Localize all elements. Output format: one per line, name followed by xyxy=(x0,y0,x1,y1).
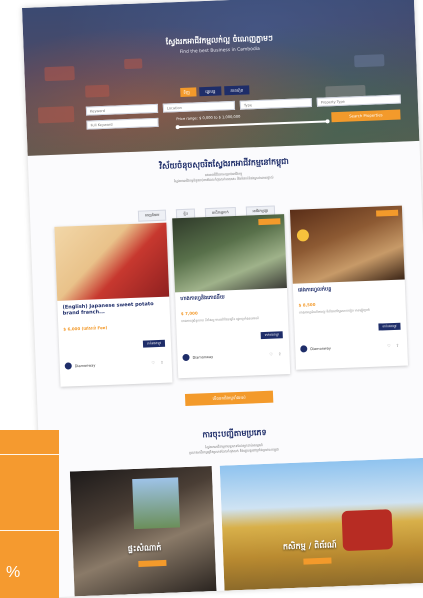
avatar xyxy=(300,345,308,353)
featured-badge xyxy=(258,218,281,226)
listing-card[interactable]: (English) Japanese sweet potato brand fr… xyxy=(54,222,173,387)
window-view xyxy=(132,477,181,530)
tab-shares[interactable]: ភាគហ៊ុន xyxy=(224,85,250,96)
listing-price: $ 7,000 xyxy=(180,310,198,317)
category-label: ផ្ទះសំណាក់ xyxy=(127,543,162,554)
share-heart-icons[interactable]: ♡ ⇪ xyxy=(387,343,401,349)
tab-buy[interactable]: ទិញ xyxy=(180,87,197,97)
category-button[interactable] xyxy=(303,557,332,565)
full-keyword-input[interactable]: Full Keyword xyxy=(86,117,159,130)
search-type-tabs: ទិញ ផ្ទេរបន្ត ភាគហ៊ុន xyxy=(180,85,250,97)
listing-card[interactable]: ហាងកាហ្វេនិងភោជនីយ $ 7,000 ហាងកាហ្វេធំទូ… xyxy=(172,214,291,379)
type-select[interactable]: Type xyxy=(239,97,313,110)
keyword-input[interactable]: Keyword xyxy=(85,103,159,116)
category-card-guesthouse[interactable]: ផ្ទះសំណាក់ xyxy=(69,466,217,597)
property-type-select[interactable]: Property Type xyxy=(316,94,401,107)
tab-transfer[interactable]: ផ្ទេរបន្ត xyxy=(199,86,222,97)
share-heart-icons[interactable]: ♡ ⇪ xyxy=(269,351,283,357)
category-image xyxy=(219,457,423,591)
hero-banner: ស្វែងរកអាជីវកម្មលក់ល្អ ចំណេញភ្លាមៗ Find … xyxy=(22,0,420,156)
listing-image xyxy=(289,205,405,284)
listing-title[interactable]: ផេងកាហ្វេលក់បន្ត xyxy=(298,284,398,293)
category-card-agriculture[interactable]: កសិកម្ម / ពិព័រណ៍ xyxy=(219,457,423,591)
percent-label: % xyxy=(6,564,21,581)
view-all-button[interactable]: មើលអាជីវកម្មទាំងអស់ xyxy=(184,390,274,407)
search-properties-button[interactable]: Search Properties xyxy=(331,109,401,123)
contact-button[interactable]: ទាក់ទងឥឡូវ xyxy=(260,331,283,340)
contact-button[interactable]: ទាក់ទងឥឡូវ xyxy=(142,339,166,348)
listing-image xyxy=(172,214,287,293)
side-panel: % xyxy=(0,430,59,598)
share-heart-icons[interactable]: ♡ ⇪ xyxy=(151,360,165,366)
divider xyxy=(0,454,59,455)
listing-title[interactable]: (English) Japanese sweet potato brand fr… xyxy=(62,301,162,316)
listing-card[interactable]: ផេងកាហ្វេលក់បន្ត $ 8,500 ហាងកាហ្វេដំណើរក… xyxy=(289,205,409,370)
owner-name: Diamonway xyxy=(310,346,332,352)
listing-description: ហាងកាហ្វេដំណើរការល្អ ទីតាំងនៅក្បែរសាលារៀ… xyxy=(298,307,370,315)
slider-min-handle[interactable] xyxy=(175,124,180,129)
city-rooftops xyxy=(22,0,414,124)
tractor-shape xyxy=(341,509,394,552)
divider xyxy=(0,530,59,531)
owner-name: Diamonway xyxy=(192,354,214,360)
listing-description: ហាងកាហ្វេធំទូលាយ ទីតាំងល្អ មានអតិថិជនច្រ… xyxy=(181,316,260,324)
featured-badge xyxy=(376,209,399,217)
listing-image xyxy=(54,222,170,301)
website-page: ស្វែងរកអាជីវកម្មលក់ល្អ ចំណេញភ្លាមៗ Find … xyxy=(22,0,423,598)
location-select[interactable]: Location xyxy=(162,100,236,113)
listing-title[interactable]: ហាងកាហ្វេនិងភោជនីយ xyxy=(180,292,280,302)
price-range-label: Price range: $ 0,000 to $ 1,000,000 xyxy=(176,114,241,122)
price-range-slider[interactable] xyxy=(175,118,330,129)
category-button[interactable] xyxy=(138,559,167,567)
contact-button[interactable]: ទាក់ទងឥឡូវ xyxy=(378,322,401,331)
owner-name: Diamonway xyxy=(74,363,96,369)
slider-max-handle[interactable] xyxy=(325,118,330,123)
listing-price: $ 6,000 (នៅសល់ Fee) xyxy=(63,324,108,332)
category-label: កសិកម្ម / ពិព័រណ៍ xyxy=(282,540,337,552)
filter-popular[interactable]: ពេញនិយម xyxy=(137,209,167,222)
listing-price: $ 8,500 xyxy=(298,301,316,308)
avatar xyxy=(182,353,190,362)
avatar xyxy=(64,362,72,370)
